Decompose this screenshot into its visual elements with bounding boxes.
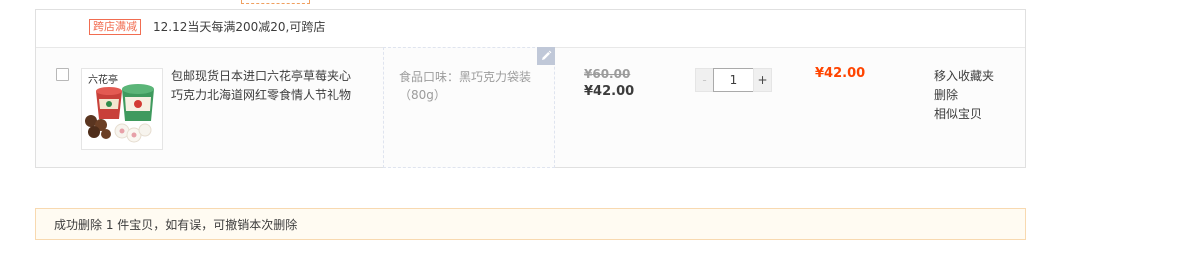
similar-items-link[interactable]: 相似宝贝 bbox=[934, 105, 994, 124]
cart-item-group: 跨店满减 12.12当天每满200减20,可跨店 六花亭 包邮现货日本进口六花亭… bbox=[35, 9, 1026, 168]
delete-link[interactable]: 删除 bbox=[934, 86, 994, 105]
delete-notice-bar: 成功删除 1 件宝贝，如有误，可撤销本次删除 bbox=[35, 208, 1026, 240]
quantity-decrease-button[interactable]: - bbox=[695, 68, 714, 92]
item-actions: 移入收藏夹 删除 相似宝贝 bbox=[934, 67, 994, 124]
original-price: ¥60.00 bbox=[584, 67, 631, 81]
quantity-stepper: - 1 + bbox=[695, 68, 772, 92]
product-image bbox=[85, 84, 154, 143]
product-thumbnail[interactable]: 六花亭 bbox=[81, 68, 163, 150]
pencil-icon bbox=[542, 50, 552, 60]
item-subtotal: ¥42.00 bbox=[815, 66, 866, 81]
sku-selector[interactable]: 食品口味：黑巧克力袋装（80g） bbox=[383, 47, 555, 168]
product-title-link[interactable]: 包邮现货日本进口六花亭草莓夹心巧克力北海道网红零食情人节礼物 bbox=[171, 67, 361, 105]
sku-text: 食品口味：黑巧克力袋装（80g） bbox=[399, 70, 532, 102]
move-to-favorites-link[interactable]: 移入收藏夹 bbox=[934, 67, 994, 86]
promo-text: 12.12当天每满200减20,可跨店 bbox=[153, 20, 326, 34]
quantity-input[interactable]: 1 bbox=[713, 68, 754, 92]
previous-dashed-element bbox=[241, 0, 310, 4]
quantity-increase-button[interactable]: + bbox=[753, 68, 772, 92]
promo-badge[interactable]: 跨店满减 bbox=[89, 19, 141, 35]
shop-promo-row: 跨店满减 12.12当天每满200减20,可跨店 bbox=[36, 10, 1025, 48]
edit-sku-button[interactable] bbox=[537, 47, 555, 65]
current-price: ¥42.00 bbox=[584, 84, 635, 99]
delete-notice-text: 成功删除 1 件宝贝，如有误，可撤销本次删除 bbox=[54, 218, 298, 232]
item-select-checkbox[interactable] bbox=[56, 68, 69, 81]
